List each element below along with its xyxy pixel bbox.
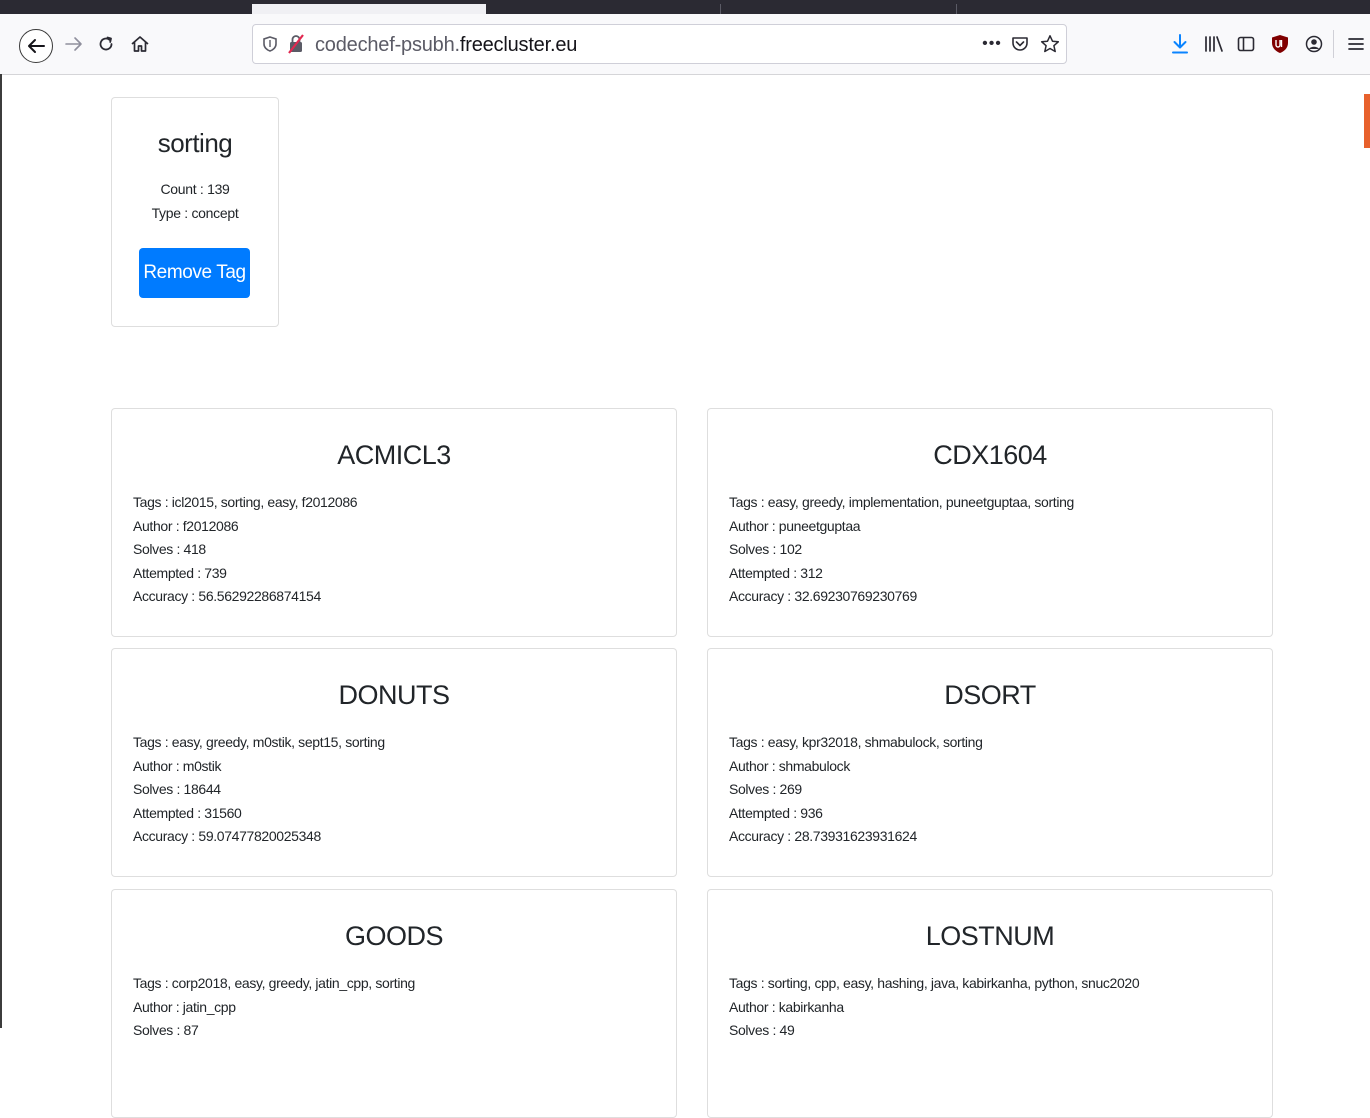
problem-code[interactable]: LOSTNUM	[708, 921, 1272, 952]
reload-button[interactable]	[94, 32, 118, 56]
problem-solves: Solves : 87	[133, 1022, 199, 1039]
problem-attempted: Attempted : 31560	[133, 804, 242, 821]
tag-card: sorting Count : 139 Type : concept Remov…	[111, 97, 279, 327]
problem-solves: Solves : 418	[133, 541, 206, 558]
pocket-icon[interactable]	[1009, 33, 1031, 55]
problem-author: Author : kabirkanha	[729, 998, 844, 1015]
problem-accuracy: Accuracy : 59.07477820025348	[133, 828, 321, 845]
url-host: freecluster.eu	[459, 34, 578, 56]
active-tab[interactable]	[252, 4, 486, 14]
problem-attempted: Attempted : 936	[729, 804, 823, 821]
library-icon[interactable]	[1202, 32, 1226, 56]
problem-tags: Tags : easy, greedy, m0stik, sept15, sor…	[133, 734, 385, 750]
tag-title: sorting	[157, 128, 233, 158]
problem-code[interactable]: DSORT	[708, 680, 1272, 711]
scrollbar-thumb[interactable]	[1364, 94, 1370, 148]
forward-button[interactable]	[62, 32, 86, 56]
hamburger-menu-icon[interactable]	[1344, 32, 1368, 56]
account-icon[interactable]	[1302, 32, 1326, 56]
problem-author: Author : f2012086	[133, 517, 239, 534]
problem-code[interactable]: CDX1604	[708, 440, 1272, 471]
problem-tags: Tags : sorting, cpp, easy, hashing, java…	[729, 975, 1140, 991]
problem-code[interactable]: GOODS	[112, 921, 676, 952]
problem-author: Author : m0stik	[133, 757, 222, 774]
ublock-origin-extension-icon[interactable]	[1268, 32, 1292, 56]
problem-tags: Tags : corp2018, easy, greedy, jatin_cpp…	[133, 975, 415, 991]
back-button[interactable]	[19, 29, 53, 63]
tracking-protection-shield-icon[interactable]	[259, 33, 281, 55]
downloads-icon[interactable]	[1168, 32, 1192, 56]
back-arrow-icon	[28, 39, 45, 53]
problem-code[interactable]: ACMICL3	[112, 440, 676, 471]
problem-attempted: Attempted : 739	[133, 564, 227, 581]
browser-toolbar: codechef-psubh.freecluster.eu •••	[0, 14, 1370, 75]
problem-solves: Solves : 18644	[133, 781, 221, 798]
bookmark-star-icon[interactable]	[1039, 33, 1061, 55]
problem-solves: Solves : 49	[729, 1022, 795, 1039]
problem-card[interactable]: GOODS Tags : corp2018, easy, greedy, jat…	[111, 889, 677, 1118]
tag-type: Type : concept	[151, 205, 239, 221]
page-actions-menu-icon[interactable]: •••	[981, 33, 1003, 55]
forward-arrow-icon	[65, 37, 82, 51]
sidebar-icon[interactable]	[1234, 32, 1258, 56]
problem-card[interactable]: DSORT Tags : easy, kpr32018, shmabulock,…	[707, 648, 1273, 877]
insecure-connection-lock-icon[interactable]	[285, 33, 307, 55]
problem-tags: Tags : icl2015, sorting, easy, f2012086	[133, 494, 358, 510]
problem-card[interactable]: ACMICL3 Tags : icl2015, sorting, easy, f…	[111, 408, 677, 637]
home-icon	[131, 36, 149, 52]
problem-card[interactable]: DONUTS Tags : easy, greedy, m0stik, sept…	[111, 648, 677, 877]
problem-attempted: Attempted : 312	[729, 564, 823, 581]
tab-separator	[720, 4, 721, 14]
problem-accuracy: Accuracy : 32.69230769230769	[729, 588, 917, 605]
problem-card[interactable]: CDX1604 Tags : easy, greedy, implementat…	[707, 408, 1273, 637]
tab-strip	[0, 0, 1370, 14]
problem-solves: Solves : 269	[729, 781, 802, 798]
home-button[interactable]	[128, 32, 152, 56]
problem-tags: Tags : easy, kpr32018, shmabulock, sorti…	[729, 734, 983, 750]
remove-tag-button[interactable]: Remove Tag	[139, 248, 250, 298]
toolbar-separator	[1333, 30, 1334, 58]
window-left-edge	[0, 74, 2, 1028]
problem-author: Author : puneetguptaa	[729, 517, 861, 534]
problem-code[interactable]: DONUTS	[112, 680, 676, 711]
problem-card[interactable]: LOSTNUM Tags : sorting, cpp, easy, hashi…	[707, 889, 1273, 1118]
problem-tags: Tags : easy, greedy, implementation, pun…	[729, 494, 1074, 510]
problem-accuracy: Accuracy : 28.73931623931624	[729, 828, 917, 845]
problem-author: Author : shmabulock	[729, 757, 850, 774]
problem-accuracy: Accuracy : 56.56292286874154	[133, 588, 321, 605]
url-prefix: codechef-psubh.	[315, 34, 460, 56]
address-bar[interactable]: codechef-psubh.freecluster.eu •••	[252, 24, 1067, 64]
problem-author: Author : jatin_cpp	[133, 998, 236, 1015]
reload-icon	[99, 36, 113, 51]
tab-separator	[956, 4, 957, 14]
tag-count: Count : 139	[160, 181, 230, 197]
url-text[interactable]: codechef-psubh.freecluster.eu	[315, 34, 577, 57]
problem-solves: Solves : 102	[729, 541, 802, 558]
